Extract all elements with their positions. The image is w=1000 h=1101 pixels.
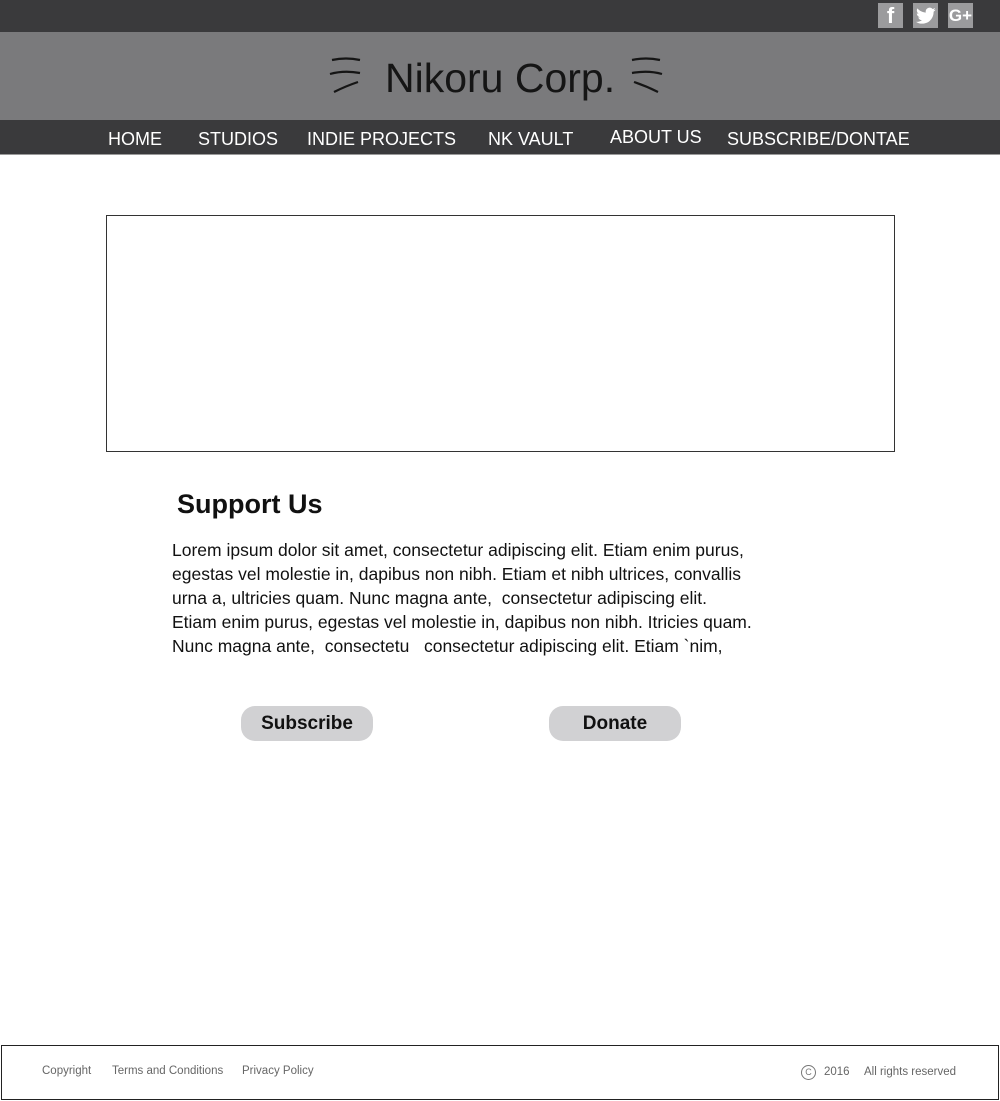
top-bar: f G+ [0, 0, 1000, 32]
whiskers-left-icon [329, 57, 361, 93]
support-title: Support Us [177, 489, 323, 519]
footer-rights: All rights reserved [864, 1066, 957, 1078]
support-text-line: urna a, ultricies quam. Nunc magna ante,… [172, 588, 708, 608]
support-text-line: Lorem ipsum dolor sit amet, consectetur … [172, 540, 744, 560]
nav-item-home[interactable]: HOME [108, 120, 162, 154]
twitter-icon[interactable] [913, 3, 938, 28]
footer-privacy-link[interactable]: Privacy Policy [242, 1065, 314, 1077]
google-plus-icon[interactable]: G+ [948, 3, 973, 28]
facebook-icon[interactable]: f [878, 3, 903, 28]
support-text-line: egestas vel molestie in, dapibus non nib… [172, 564, 742, 584]
copyright-icon: C [801, 1065, 816, 1080]
nav-item-studios[interactable]: STUDIOS [198, 120, 278, 154]
main-nav: HOME STUDIOS INDIE PROJECTS NK VAULT ABO… [0, 120, 1000, 155]
brand-logo[interactable]: Nikoru Corp. [385, 53, 615, 103]
footer-year: 2016 [824, 1066, 850, 1078]
support-text-line: Nunc magna ante, consectetu consectetur … [172, 636, 723, 656]
support-description: Lorem ipsum dolor sit amet, consectetur … [172, 538, 812, 658]
nav-item-about-us[interactable]: ABOUT US [610, 118, 702, 152]
footer-copyright-link[interactable]: Copyright [42, 1065, 91, 1077]
nav-item-indie-projects[interactable]: INDIE PROJECTS [307, 120, 456, 154]
footer: Copyright Terms and Conditions Privacy P… [1, 1045, 999, 1100]
twitter-bird-glyph [915, 7, 936, 24]
nav-item-subscribe-donate[interactable]: SUBSCRIBE/DONTAE [727, 120, 910, 154]
footer-terms-link[interactable]: Terms and Conditions [112, 1065, 223, 1077]
support-text-line: Etiam enim purus, egestas vel molestie i… [172, 612, 752, 632]
hero-image-placeholder [106, 215, 895, 452]
whiskers-right-icon [631, 57, 663, 93]
nav-item-nk-vault[interactable]: NK VAULT [488, 120, 573, 154]
donate-button[interactable]: Donate [549, 706, 681, 741]
subscribe-button[interactable]: Subscribe [241, 706, 373, 741]
